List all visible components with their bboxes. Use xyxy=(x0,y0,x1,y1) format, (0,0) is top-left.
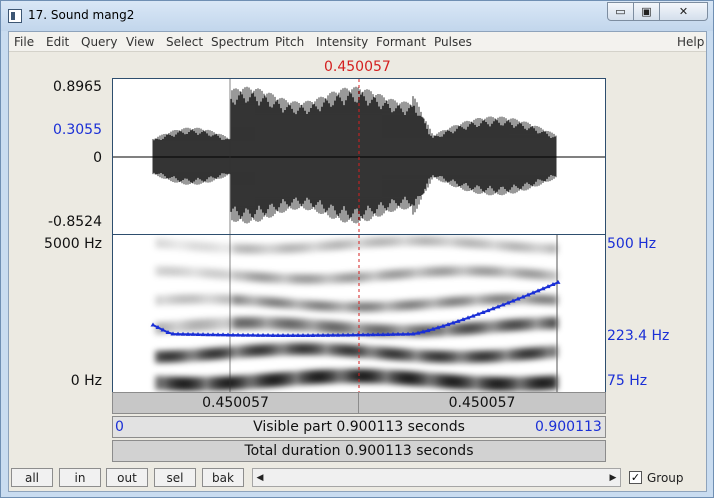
waveform-trace xyxy=(152,86,557,224)
waveform-y-zero: 0 xyxy=(93,150,102,166)
app-icon xyxy=(8,9,22,23)
sound-editor-window: 17. Sound mang2 ▭ ▣ ✕ File Edit Query Vi… xyxy=(0,0,714,498)
bottom-toolbar: all in out sel bak ◀ ▶ ✓ Group xyxy=(9,466,706,491)
pitch-max-label: 500 Hz xyxy=(607,236,657,252)
zoom-selection-button[interactable]: sel xyxy=(154,468,196,487)
menu-edit[interactable]: Edit xyxy=(46,35,69,49)
minimize-button[interactable]: ▭ xyxy=(607,2,634,21)
menu-intensity[interactable]: Intensity xyxy=(316,35,368,49)
menu-view[interactable]: View xyxy=(126,35,154,49)
spectrogram-freq-max: 5000 Hz xyxy=(44,236,102,252)
menu-formant[interactable]: Formant xyxy=(376,35,426,49)
visible-start-label: 0 xyxy=(115,419,124,435)
editor-client-area: File Edit Query View Select Spectrum Pit… xyxy=(8,31,707,492)
menu-bar: File Edit Query View Select Spectrum Pit… xyxy=(9,32,706,52)
scroll-right-arrow-icon[interactable]: ▶ xyxy=(606,469,620,486)
zoom-in-button[interactable]: in xyxy=(59,468,101,487)
visible-part-strip[interactable]: Visible part 0.900113 seconds xyxy=(112,416,606,438)
cursor-time-label: 0.450057 xyxy=(324,59,391,75)
group-label: Group xyxy=(647,471,684,485)
time-scrollbar[interactable]: ◀ ▶ xyxy=(252,468,621,487)
menu-spectrum[interactable]: Spectrum xyxy=(211,35,269,49)
spectrogram-energy xyxy=(155,236,558,391)
spectrogram-freq-min: 0 Hz xyxy=(70,373,102,389)
menu-select[interactable]: Select xyxy=(166,35,203,49)
time-strip-right[interactable]: 0.450057 xyxy=(359,393,605,413)
waveform-panel[interactable] xyxy=(112,78,606,235)
waveform-y-max: 0.8965 xyxy=(53,79,102,95)
scroll-left-arrow-icon[interactable]: ◀ xyxy=(253,469,267,486)
menu-query[interactable]: Query xyxy=(81,35,117,49)
total-duration-strip[interactable]: Total duration 0.900113 seconds xyxy=(112,440,606,462)
menu-pitch[interactable]: Pitch xyxy=(275,35,304,49)
spectrogram-plot xyxy=(150,235,561,392)
spectrogram-panel[interactable] xyxy=(112,235,606,392)
zoom-out-button[interactable]: out xyxy=(106,468,148,487)
time-strip-left[interactable]: 0.450057 xyxy=(113,393,359,413)
title-bar[interactable]: 17. Sound mang2 ▭ ▣ ✕ xyxy=(1,1,713,31)
total-duration-label: Total duration 0.900113 seconds xyxy=(244,443,474,459)
zoom-back-button[interactable]: bak xyxy=(202,468,244,487)
waveform-y-cursor: 0.3055 xyxy=(53,122,102,138)
waveform-plot xyxy=(113,79,605,234)
waveform-y-min: -0.8524 xyxy=(47,214,102,230)
selection-time-strip[interactable]: 0.450057 0.450057 xyxy=(112,392,606,414)
group-checkbox[interactable]: ✓ xyxy=(629,471,642,484)
visible-part-label: Visible part 0.900113 seconds xyxy=(253,419,465,435)
zoom-all-button[interactable]: all xyxy=(11,468,53,487)
maximize-button[interactable]: ▣ xyxy=(633,2,660,21)
pitch-min-label: 75 Hz xyxy=(607,373,648,389)
menu-pulses[interactable]: Pulses xyxy=(434,35,472,49)
close-button[interactable]: ✕ xyxy=(659,2,708,21)
visible-end-label: 0.900113 xyxy=(535,419,602,435)
pitch-point xyxy=(150,322,156,327)
pitch-current-label: 223.4 Hz xyxy=(607,328,670,344)
menu-file[interactable]: File xyxy=(14,35,34,49)
window-title: 17. Sound mang2 xyxy=(28,8,135,22)
menu-help[interactable]: Help xyxy=(677,35,704,49)
